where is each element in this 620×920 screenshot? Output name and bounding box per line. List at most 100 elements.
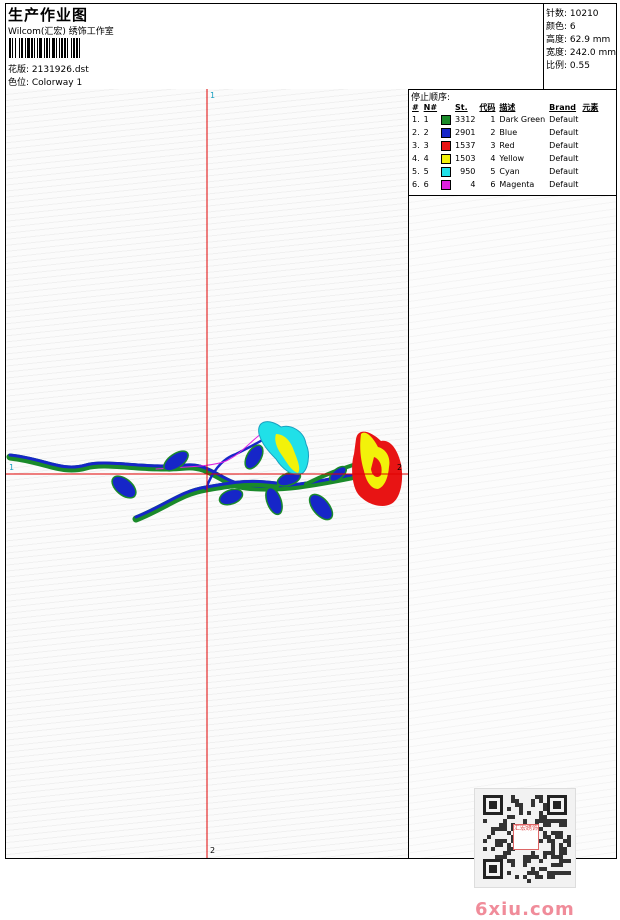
axis-label-bottom: 2 xyxy=(210,846,216,855)
row-element xyxy=(580,126,600,139)
qr-module xyxy=(555,855,559,859)
qr-module xyxy=(511,863,515,867)
row-stitches: 2901 xyxy=(455,128,476,137)
color-swatch xyxy=(441,127,452,138)
design-file-label: 花版: 2131926.dst xyxy=(8,65,89,75)
qr-module xyxy=(531,855,535,859)
qr-module xyxy=(495,827,499,831)
stop-sequence-table: # N# St. 代码 描述 Brand 元素 1. 1 3312 1 Dark Gre… xyxy=(410,101,600,191)
qr-module xyxy=(567,839,571,843)
qr-module xyxy=(547,871,551,875)
qr-module xyxy=(503,855,507,859)
qr-module xyxy=(567,859,571,863)
qr-module xyxy=(559,831,563,835)
stitch-count: 针数: 10210 xyxy=(546,9,599,19)
row-code: 6 xyxy=(490,180,496,189)
qr-module xyxy=(495,843,499,847)
row-swatch xyxy=(439,139,453,152)
row-brand: Default xyxy=(549,115,579,124)
qr-module xyxy=(539,859,543,863)
qr-module xyxy=(543,851,547,855)
row-index: 4. xyxy=(412,154,420,163)
qr-module xyxy=(551,871,555,875)
col-header-brand: Brand xyxy=(549,102,577,112)
qr-module xyxy=(531,799,535,803)
qr-module xyxy=(559,851,563,855)
stop-sequence-panel: 停止顺序: # N# St. 代码 描述 Brand 元素 1. 1 3312 1 Da… xyxy=(409,89,616,196)
color-swatch xyxy=(441,153,452,164)
row-code: 4 xyxy=(490,154,496,163)
row-brand: Default xyxy=(549,128,579,137)
qr-module xyxy=(535,795,539,799)
rose-flower xyxy=(352,431,403,506)
qr-module xyxy=(563,871,567,875)
qr-module xyxy=(551,875,555,879)
design-scale: 比例: 0.55 xyxy=(546,61,590,71)
qr-module xyxy=(543,803,547,807)
production-sheet: 生产作业图 Wilcom(汇宏) 绣饰工作室 花版: 2131926.dst 色… xyxy=(5,3,617,920)
qr-module xyxy=(547,839,551,843)
embroidery-preview xyxy=(6,89,408,858)
company-name: Wilcom(汇宏) 绣饰工作室 xyxy=(8,27,114,37)
row-swatch xyxy=(439,152,453,165)
table-row: 6. 6 4 6 Magenta Default xyxy=(410,178,600,191)
color-swatch xyxy=(441,166,452,177)
table-row: 5. 5 950 5 Cyan Default xyxy=(410,165,600,178)
row-swatch xyxy=(439,113,453,126)
qr-module xyxy=(553,801,561,809)
barcode xyxy=(9,38,144,58)
qr-module xyxy=(489,801,497,809)
qr-module xyxy=(515,799,519,803)
col-header-element: 元素 xyxy=(582,102,599,112)
qr-module xyxy=(555,871,559,875)
qr-module xyxy=(543,807,547,811)
qr-stamp: 汇宏绣饰 xyxy=(513,824,539,850)
qr-module xyxy=(483,819,487,823)
qr-module xyxy=(559,871,563,875)
table-header-row: # N# St. 代码 描述 Brand 元素 xyxy=(410,101,600,113)
qr-module xyxy=(491,847,495,851)
qr-module xyxy=(539,875,543,879)
color-swatch xyxy=(441,179,452,190)
qr-module xyxy=(531,871,535,875)
qr-module xyxy=(495,839,499,843)
row-description: Red xyxy=(499,141,515,150)
qr-module xyxy=(491,831,495,835)
notes-area: 汇宏绣饰 6xiu.com xyxy=(409,196,616,920)
row-description: Magenta xyxy=(499,180,535,189)
qr-module xyxy=(511,859,515,863)
row-needle: 2 xyxy=(423,128,429,137)
row-swatch xyxy=(439,178,453,191)
qr-module xyxy=(527,855,531,859)
row-element xyxy=(580,152,600,165)
qr-module xyxy=(507,843,511,847)
qr-module xyxy=(559,819,563,823)
qr-module xyxy=(535,855,539,859)
qr-module xyxy=(551,839,555,843)
row-stitches: 950 xyxy=(460,167,476,176)
row-element xyxy=(580,139,600,152)
qr-module xyxy=(543,835,547,839)
qr-module xyxy=(547,835,551,839)
row-index: 3. xyxy=(412,141,420,150)
qr-module xyxy=(523,819,527,823)
row-code: 5 xyxy=(490,167,496,176)
qr-module xyxy=(503,823,507,827)
qr-module xyxy=(543,819,547,823)
row-index: 6. xyxy=(412,180,420,189)
leaf-4 xyxy=(244,444,264,470)
qr-module xyxy=(511,815,515,819)
qr-module xyxy=(555,863,559,867)
qr-module xyxy=(539,815,543,819)
qr-module xyxy=(531,851,535,855)
row-brand: Default xyxy=(549,154,579,163)
qr-code: 汇宏绣饰 xyxy=(474,788,576,888)
qr-module xyxy=(495,855,499,859)
axis-label-top: 1 xyxy=(210,91,216,100)
qr-module xyxy=(563,823,567,827)
row-description: Yellow xyxy=(499,154,525,163)
color-swatch xyxy=(441,114,452,125)
qr-module xyxy=(535,871,539,875)
qr-module xyxy=(539,799,543,803)
qr-module xyxy=(539,795,543,799)
